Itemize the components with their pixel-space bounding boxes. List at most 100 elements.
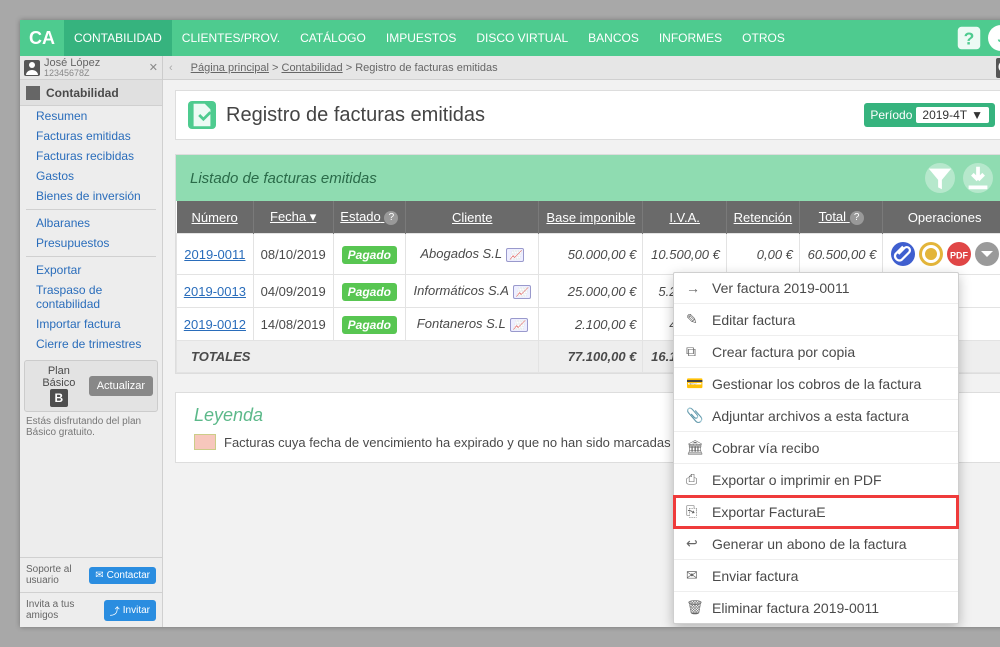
chart-icon[interactable]: 📈 bbox=[510, 318, 528, 332]
menu-item-8[interactable]: ↩Generar un abono de la factura bbox=[674, 528, 958, 560]
menu-item-0[interactable]: →Ver factura 2019-0011 bbox=[674, 273, 958, 304]
contact-button[interactable]: ✉Contactar bbox=[89, 567, 156, 584]
invite-button[interactable]: ⤴Invitar bbox=[104, 600, 156, 621]
col-base[interactable]: Base imponible bbox=[539, 201, 643, 234]
page-header: Registro de facturas emitidas Período 20… bbox=[175, 90, 1000, 140]
chart-icon[interactable]: 📈 bbox=[513, 285, 531, 299]
menu-icon: → bbox=[686, 280, 702, 296]
chevron-icon: ‹ bbox=[163, 62, 179, 74]
menu-item-label: Enviar factura bbox=[712, 568, 798, 584]
sidebar-item-recibidas[interactable]: Facturas recibidas bbox=[20, 146, 162, 166]
user-chip[interactable]: José López 12345678Z ✕ bbox=[20, 56, 163, 80]
col-retencion[interactable]: Retención bbox=[726, 201, 799, 234]
cell-fecha: 14/08/2019 bbox=[253, 308, 333, 341]
cell-ret: 0,00 € bbox=[726, 234, 799, 275]
support-label: Soporte al usuario bbox=[26, 564, 89, 586]
support-row: Soporte al usuario ✉Contactar bbox=[20, 557, 162, 592]
sidebar-item-exportar[interactable]: Exportar bbox=[20, 260, 162, 280]
menu-icon: ↩ bbox=[686, 535, 702, 552]
status-badge: Pagado bbox=[342, 316, 397, 334]
cell-base: 50.000,00 € bbox=[539, 234, 643, 275]
user-icon bbox=[24, 60, 40, 76]
invoice-link[interactable]: 2019-0012 bbox=[184, 317, 246, 332]
menu-item-label: Adjuntar archivos a esta factura bbox=[712, 408, 909, 424]
chart-icon[interactable]: 📈 bbox=[506, 248, 524, 262]
sidebar-item-cierre[interactable]: Cierre de trimestres bbox=[20, 334, 162, 354]
menu-item-9[interactable]: ✉Enviar factura bbox=[674, 560, 958, 592]
sidebar-item-presupuestos[interactable]: Presupuestos bbox=[20, 233, 162, 253]
nav-tab-bancos[interactable]: BANCOS bbox=[578, 20, 649, 56]
menu-item-1[interactable]: ✎Editar factura bbox=[674, 304, 958, 336]
nav-tab-contabilidad[interactable]: CONTABILIDAD bbox=[64, 20, 172, 56]
sidebar-item-gastos[interactable]: Gastos bbox=[20, 166, 162, 186]
menu-item-5[interactable]: 🏛 Cobrar vía recibo bbox=[674, 432, 958, 464]
attach-icon[interactable] bbox=[891, 242, 915, 266]
menu-icon: 🏛 bbox=[686, 439, 702, 456]
user-id: 12345678Z bbox=[44, 69, 145, 79]
sidebar-item-emitidas[interactable]: Facturas emitidas bbox=[20, 126, 162, 146]
sidebar-item-traspaso[interactable]: Traspaso de contabilidad bbox=[20, 280, 162, 314]
close-icon[interactable]: ✕ bbox=[145, 61, 162, 74]
sidebar-item-albaranes[interactable]: Albaranes bbox=[20, 213, 162, 233]
search-icon[interactable] bbox=[996, 58, 1000, 78]
download-icon[interactable] bbox=[963, 163, 993, 193]
col-total[interactable]: Total ? bbox=[799, 201, 882, 234]
sidebar-item-bienes[interactable]: Bienes de inversión bbox=[20, 186, 162, 206]
chevron-down-icon: ▼ bbox=[971, 108, 983, 122]
col-iva[interactable]: I.V.A. bbox=[643, 201, 726, 234]
more-icon[interactable] bbox=[975, 242, 999, 266]
menu-item-2[interactable]: ⧉Crear factura por copia bbox=[674, 336, 958, 368]
sidebar-item-importar[interactable]: Importar factura bbox=[20, 314, 162, 334]
help-icon[interactable]: ? bbox=[954, 23, 984, 53]
period-value: 2019-4T bbox=[922, 108, 967, 122]
user-avatar[interactable]: J bbox=[988, 25, 1000, 51]
menu-icon: ⎙ bbox=[686, 471, 702, 488]
invoice-link[interactable]: 2019-0013 bbox=[184, 284, 246, 299]
content-area: Registro de facturas emitidas Período 20… bbox=[163, 80, 1000, 627]
plan-badge: B bbox=[50, 389, 68, 407]
invoice-link[interactable]: 2019-0011 bbox=[184, 247, 245, 262]
cell-cliente: Informáticos S.A bbox=[414, 283, 509, 298]
menu-item-7[interactable]: ⎘Exportar FacturaE bbox=[674, 496, 958, 528]
upgrade-button[interactable]: Actualizar bbox=[89, 376, 153, 396]
menu-item-3[interactable]: 💳Gestionar los cobros de la factura bbox=[674, 368, 958, 400]
panel-header: Listado de facturas emitidas bbox=[176, 155, 1000, 201]
totals-base: 77.100,00 € bbox=[539, 341, 643, 373]
breadcrumb-section[interactable]: Contabilidad bbox=[282, 62, 343, 74]
cell-base: 2.100,00 € bbox=[539, 308, 643, 341]
plan-name: Básico bbox=[29, 377, 89, 389]
menu-item-6[interactable]: ⎙Exportar o imprimir en PDF bbox=[674, 464, 958, 496]
col-estado[interactable]: Estado ? bbox=[333, 201, 406, 234]
cell-total: 60.500,00 € bbox=[799, 234, 882, 275]
col-operaciones: Operaciones bbox=[883, 201, 1000, 234]
nav-tab-catalogo[interactable]: CATÁLOGO bbox=[290, 20, 376, 56]
pdf-icon[interactable]: PDF bbox=[947, 242, 971, 266]
page-title: Registro de facturas emitidas bbox=[226, 104, 864, 127]
help-icon[interactable]: ? bbox=[850, 211, 864, 225]
menu-icon: 🗑 bbox=[686, 599, 702, 616]
menu-item-4[interactable]: 📎Adjuntar archivos a esta factura bbox=[674, 400, 958, 432]
nav-tab-disco[interactable]: DISCO VIRTUAL bbox=[466, 20, 578, 56]
menu-item-label: Cobrar vía recibo bbox=[712, 440, 819, 456]
col-fecha[interactable]: Fecha ▾ bbox=[253, 201, 333, 234]
sidebar-item-resumen[interactable]: Resumen bbox=[20, 106, 162, 126]
col-numero[interactable]: Número bbox=[177, 201, 254, 234]
cell-fecha: 08/10/2019 bbox=[253, 234, 333, 275]
period-label: Período bbox=[870, 108, 912, 122]
breadcrumb: Página principal > Contabilidad > Regist… bbox=[191, 62, 498, 74]
period-selector[interactable]: Período 2019-4T ▼ bbox=[864, 103, 995, 127]
nav-tab-impuestos[interactable]: IMPUESTOS bbox=[376, 20, 466, 56]
menu-item-10[interactable]: 🗑Eliminar factura 2019-0011 bbox=[674, 592, 958, 623]
totals-label: TOTALES bbox=[177, 341, 539, 373]
app-logo: CA bbox=[20, 20, 64, 56]
help-icon[interactable]: ? bbox=[384, 211, 398, 225]
breadcrumb-home[interactable]: Página principal bbox=[191, 62, 269, 74]
col-cliente[interactable]: Cliente bbox=[406, 201, 539, 234]
mail-icon: ✉ bbox=[95, 570, 103, 581]
filter-icon[interactable] bbox=[925, 163, 955, 193]
nav-tab-clientes[interactable]: CLIENTES/PROV. bbox=[172, 20, 290, 56]
plan-box: Plan Básico B Actualizar bbox=[24, 360, 158, 412]
nav-tab-otros[interactable]: OTROS bbox=[732, 20, 795, 56]
payment-icon[interactable] bbox=[919, 242, 943, 266]
nav-tab-informes[interactable]: INFORMES bbox=[649, 20, 732, 56]
